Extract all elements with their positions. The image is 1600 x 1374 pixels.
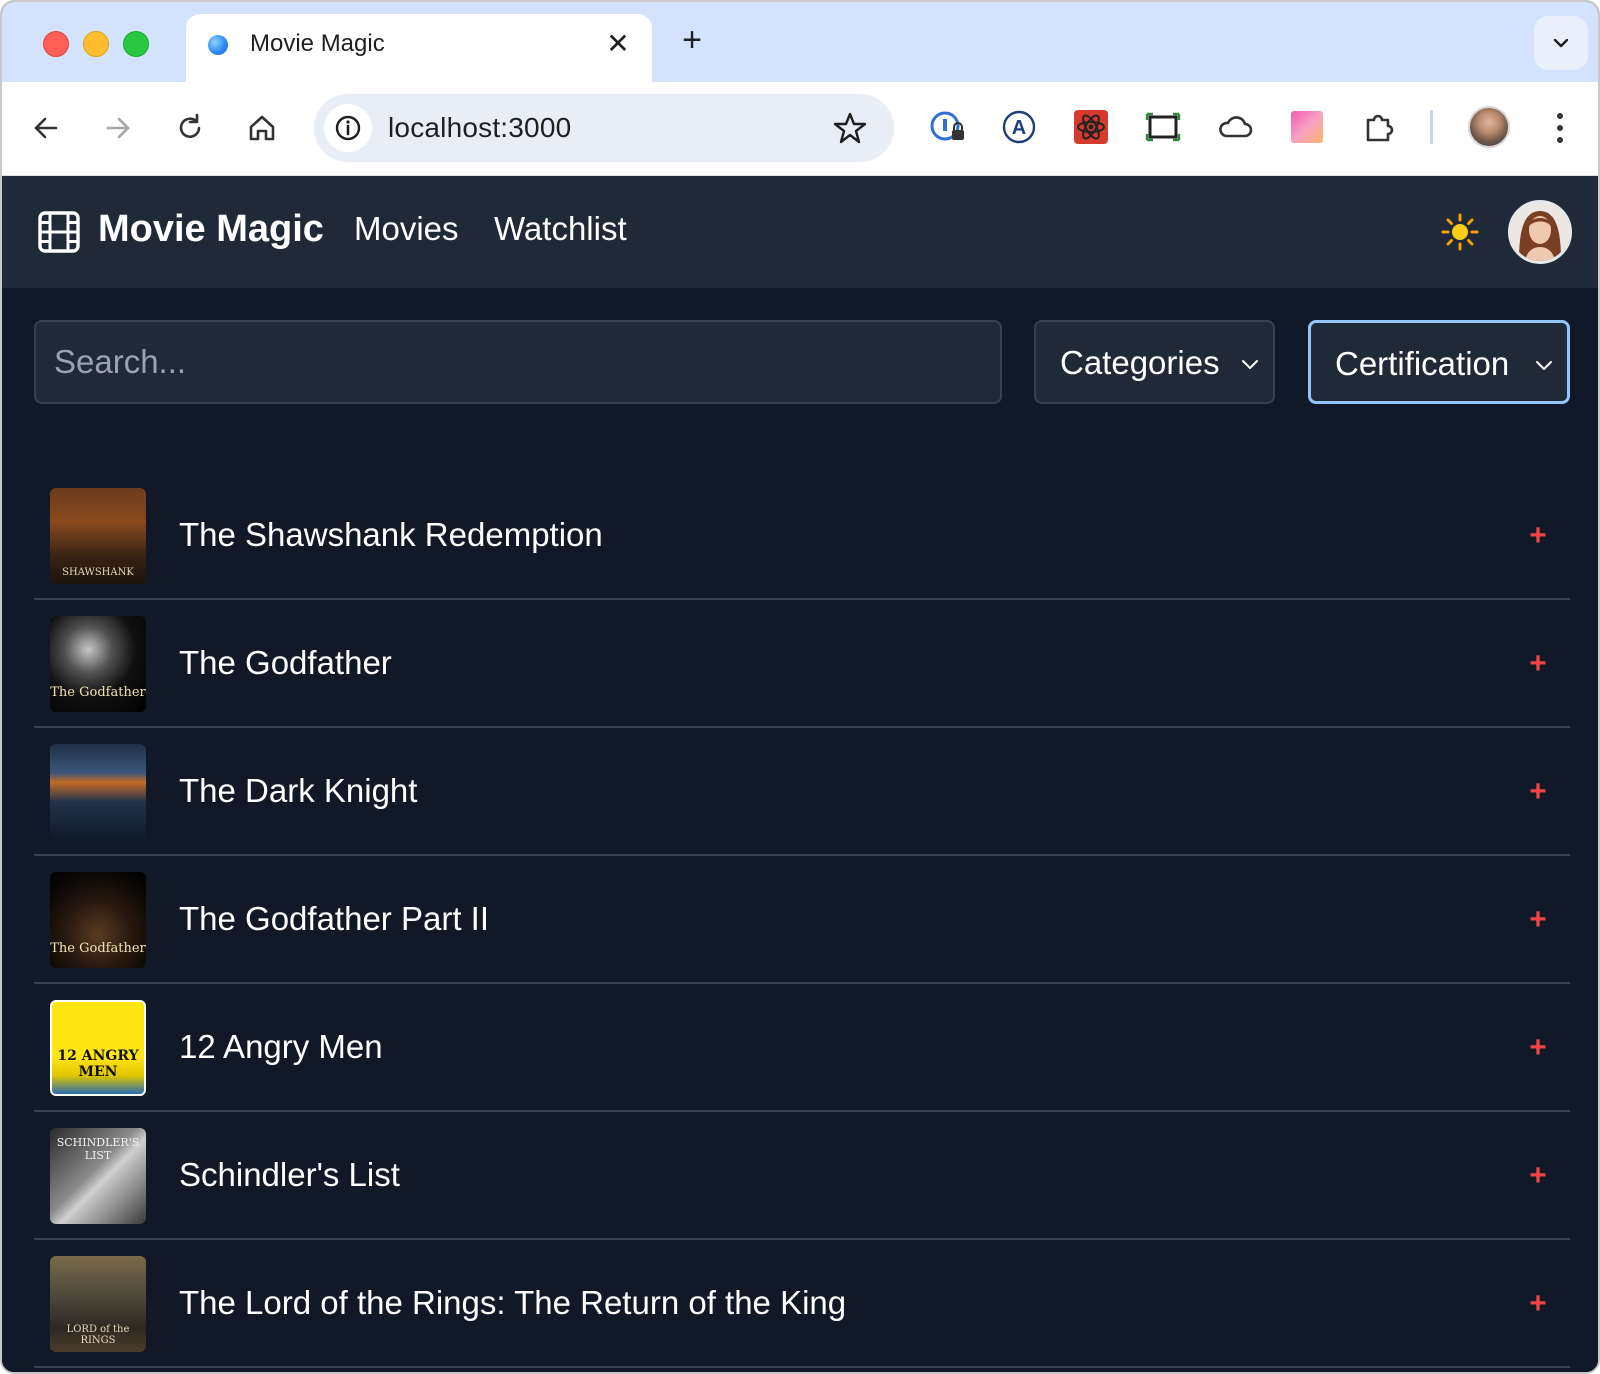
tab-close-icon[interactable]: ✕ xyxy=(602,28,634,60)
tab-strip: Movie Magic ✕ + xyxy=(2,2,1598,82)
browser-profile-avatar[interactable] xyxy=(1468,106,1510,148)
tab-title: Movie Magic xyxy=(250,30,385,57)
maximize-window-button[interactable] xyxy=(123,31,149,57)
extensions-puzzle-icon[interactable] xyxy=(1360,108,1398,146)
add-to-watchlist-button[interactable]: + xyxy=(1522,904,1554,936)
add-to-watchlist-button[interactable]: + xyxy=(1522,1288,1554,1320)
movie-poster: LORD of the RINGS xyxy=(50,1256,146,1352)
new-tab-button[interactable]: + xyxy=(672,20,712,60)
site-info-button[interactable] xyxy=(324,104,372,152)
browser-tab[interactable]: Movie Magic ✕ xyxy=(186,14,652,82)
user-portrait-icon xyxy=(1511,203,1569,261)
add-to-watchlist-button[interactable]: + xyxy=(1522,1160,1554,1192)
url-text: localhost:3000 xyxy=(388,112,572,143)
address-bar[interactable]: localhost:3000 xyxy=(314,94,894,162)
back-arrow-icon[interactable] xyxy=(28,110,64,146)
movie-list: SHAWSHANK The Shawshank Redemption + The… xyxy=(34,472,1570,1368)
movie-title[interactable]: 12 Angry Men xyxy=(179,1028,383,1066)
chevron-down-icon xyxy=(1242,360,1258,369)
cloud-icon[interactable] xyxy=(1216,108,1254,146)
certification-dropdown[interactable]: Certification xyxy=(1308,320,1570,404)
color-gradient-icon[interactable] xyxy=(1288,108,1326,146)
app-header: Movie Magic Movies Watchlist xyxy=(2,176,1598,288)
sun-theme-toggle-icon[interactable] xyxy=(1440,212,1480,252)
forward-arrow-icon[interactable] xyxy=(100,110,136,146)
reload-icon[interactable] xyxy=(172,110,208,146)
movie-row[interactable]: LORD of the RINGS The Lord of the Rings:… xyxy=(34,1240,1570,1368)
movie-title[interactable]: The Dark Knight xyxy=(179,772,417,810)
categories-label: Categories xyxy=(1060,344,1220,381)
movie-row[interactable]: SCHINDLER'S LIST Schindler's List + xyxy=(34,1112,1570,1240)
tab-favicon-icon xyxy=(208,35,228,55)
browser-window: Movie Magic ✕ + localhost:3000 A Movie M… xyxy=(0,0,1600,1374)
movie-row[interactable]: The Dark Knight + xyxy=(34,728,1570,856)
screen-capture-icon[interactable] xyxy=(1144,108,1182,146)
add-to-watchlist-button[interactable]: + xyxy=(1522,648,1554,680)
nav-movies-link[interactable]: Movies xyxy=(354,210,459,248)
movie-title[interactable]: Schindler's List xyxy=(179,1156,400,1194)
chevron-down-icon xyxy=(1536,361,1552,370)
film-icon xyxy=(38,211,80,253)
movie-row[interactable]: The Godfather The Godfather Part II + xyxy=(34,856,1570,984)
categories-dropdown[interactable]: Categories xyxy=(1034,320,1275,404)
add-to-watchlist-button[interactable]: + xyxy=(1522,776,1554,808)
toolbar-separator xyxy=(1430,110,1433,144)
minimize-window-button[interactable] xyxy=(83,31,109,57)
bookmark-star-icon[interactable] xyxy=(832,110,868,146)
movie-row[interactable]: The Godfather The Godfather + xyxy=(34,600,1570,728)
close-window-button[interactable] xyxy=(43,31,69,57)
movie-poster xyxy=(50,744,146,840)
accessibility-a-icon[interactable]: A xyxy=(1000,108,1038,146)
movie-poster: 12 ANGRY MEN xyxy=(50,1000,146,1096)
info-icon xyxy=(335,115,361,141)
movie-title[interactable]: The Lord of the Rings: The Return of the… xyxy=(179,1284,846,1322)
react-devtools-icon[interactable] xyxy=(1072,108,1110,146)
movie-title[interactable]: The Godfather Part II xyxy=(179,900,489,938)
brand-name[interactable]: Movie Magic xyxy=(98,208,324,251)
tab-search-button[interactable] xyxy=(1534,16,1588,70)
movie-poster: The Godfather xyxy=(50,872,146,968)
password-manager-icon[interactable] xyxy=(928,108,966,146)
movie-poster: SHAWSHANK xyxy=(50,488,146,584)
certification-label: Certification xyxy=(1335,345,1510,382)
chevron-down-icon xyxy=(1553,38,1569,48)
nav-watchlist-link[interactable]: Watchlist xyxy=(494,210,627,248)
add-to-watchlist-button[interactable]: + xyxy=(1522,520,1554,552)
browser-toolbar: localhost:3000 A xyxy=(2,82,1598,176)
movie-poster: SCHINDLER'S LIST xyxy=(50,1128,146,1224)
app-root: Movie Magic Movies Watchlist Search... C… xyxy=(2,176,1598,1372)
movie-row[interactable]: SHAWSHANK The Shawshank Redemption + xyxy=(34,472,1570,600)
add-to-watchlist-button[interactable]: + xyxy=(1522,1032,1554,1064)
home-icon[interactable] xyxy=(244,110,280,146)
movie-poster: The Godfather xyxy=(50,616,146,712)
search-input[interactable] xyxy=(34,320,1002,404)
svg-text:A: A xyxy=(1012,117,1026,139)
user-avatar[interactable] xyxy=(1508,200,1572,264)
movie-row[interactable]: 12 ANGRY MEN 12 Angry Men + xyxy=(34,984,1570,1112)
movie-title[interactable]: The Godfather xyxy=(179,644,392,682)
more-menu-icon[interactable] xyxy=(1550,108,1570,148)
movie-title[interactable]: The Shawshank Redemption xyxy=(179,516,603,554)
